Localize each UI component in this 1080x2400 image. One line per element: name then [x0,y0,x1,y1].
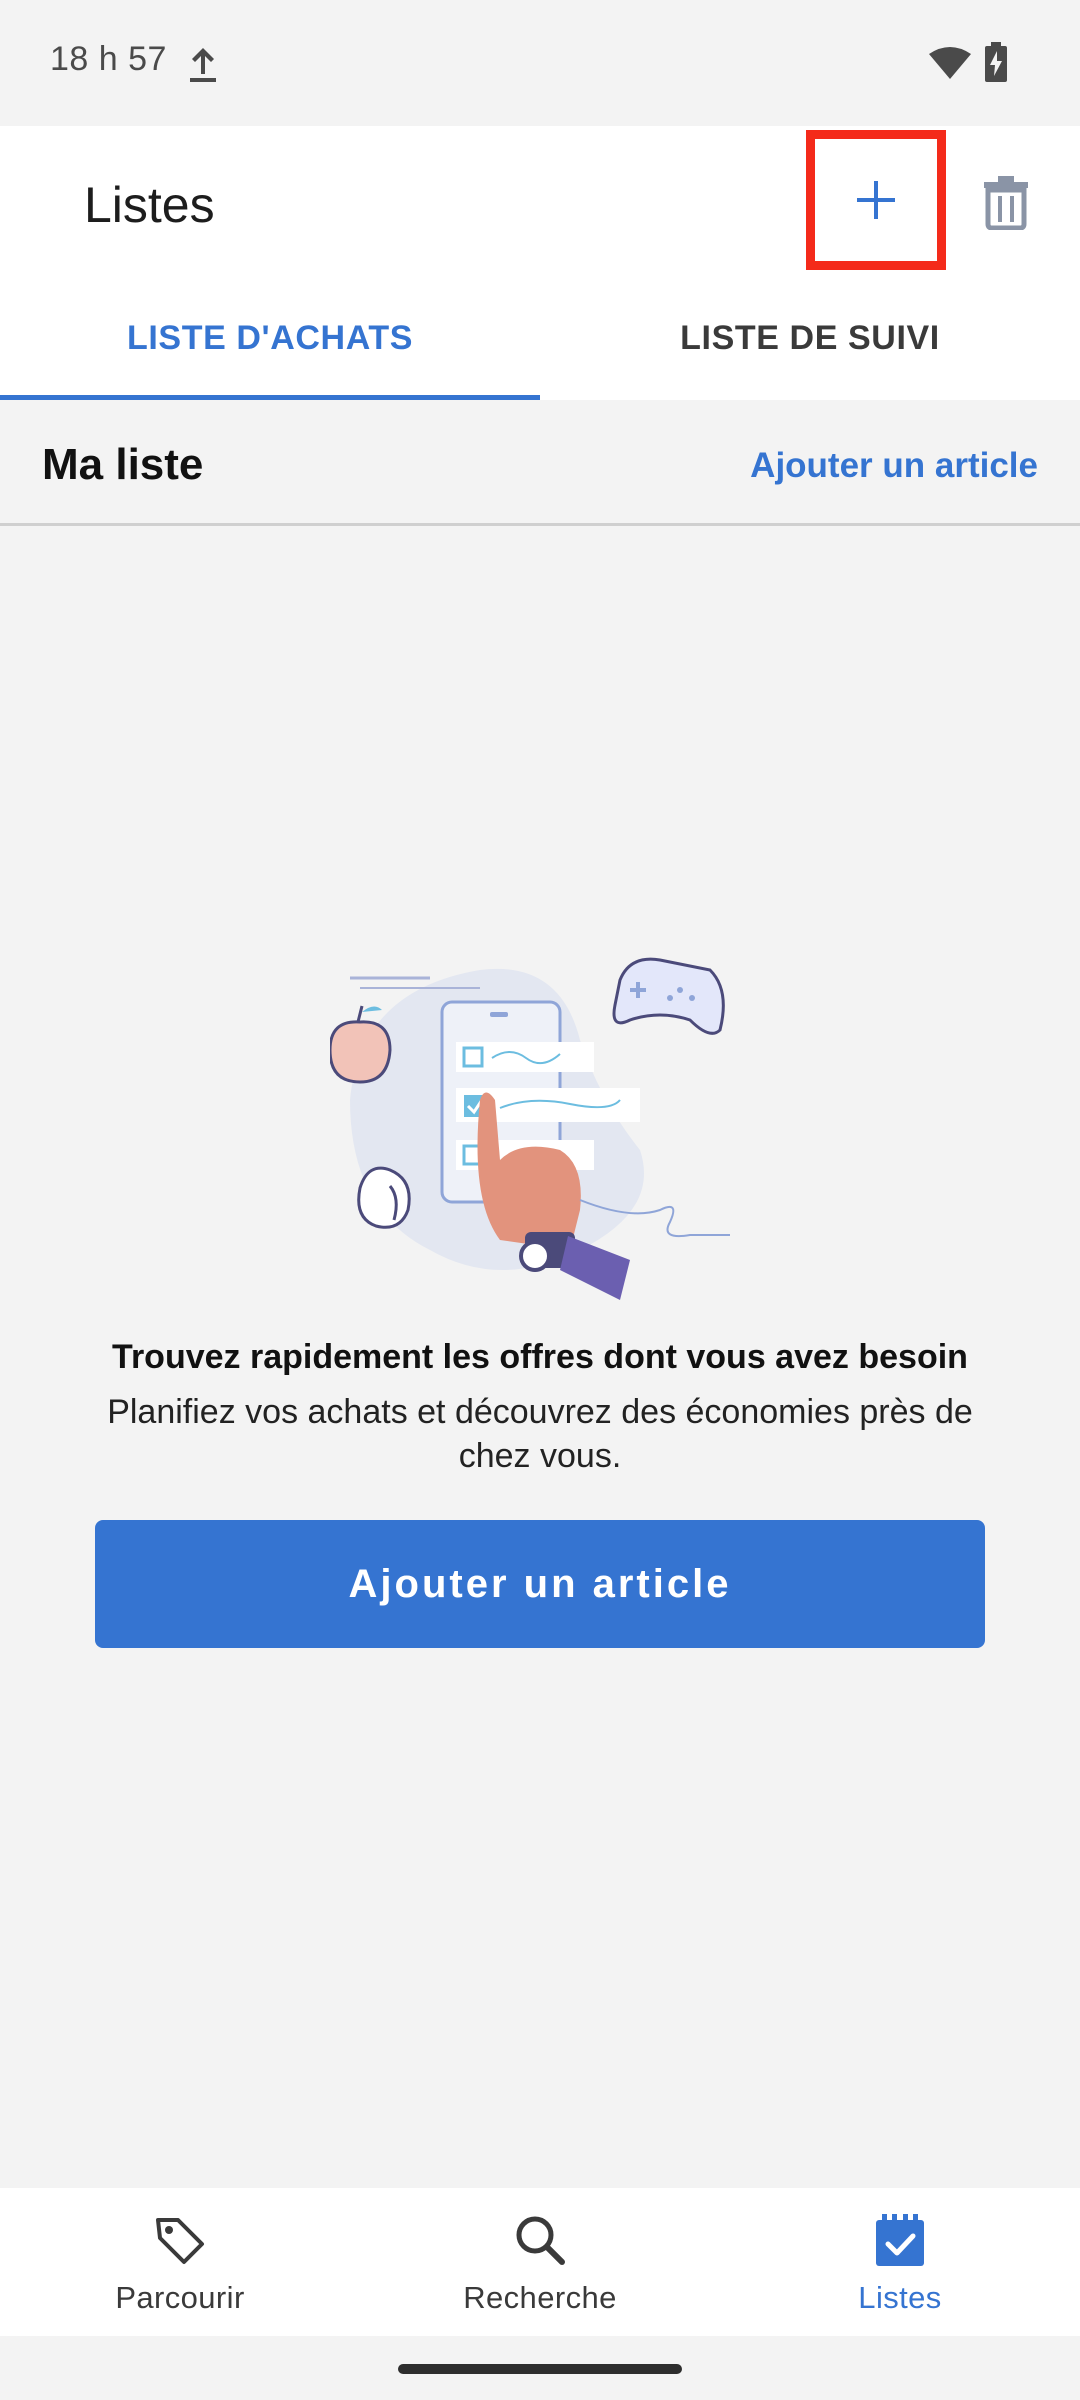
upload-icon [190,48,216,82]
home-indicator[interactable] [398,2364,682,2374]
nav-item-browse[interactable]: Parcourir [0,2188,360,2336]
battery-icon [985,42,1007,82]
app-bar: Listes LISTE D'ACHATS LISTE DE SUIVI [0,126,1080,400]
wifi-icon [929,47,971,79]
tab-bar: LISTE D'ACHATS LISTE DE SUIVI [0,276,1080,400]
status-bar: 18 h 57 [0,0,1080,126]
checklist-illustration [330,957,730,1300]
tag-icon [156,2218,204,2264]
add-item-link[interactable]: Ajouter un article [750,446,1038,486]
nav-item-lists[interactable]: Listes [720,2188,1080,2336]
nav-label-lists: Listes [858,2280,942,2315]
page-title: Listes [84,177,215,233]
plus-icon [857,181,895,219]
search-icon [516,2216,565,2265]
nav-label-browse: Parcourir [115,2280,245,2315]
empty-state-text: Planifiez vos achats et découvrez des éc… [107,1393,973,1475]
checklist-icon [876,2214,924,2266]
empty-state-title: Trouvez rapidement les offres dont vous … [112,1338,968,1376]
nav-item-search[interactable]: Recherche [360,2188,720,2336]
add-item-button[interactable]: Ajouter un article [95,1520,985,1648]
delete-button[interactable] [972,166,1040,238]
section-title: Ma liste [42,440,204,489]
status-time: 18 h 57 [50,40,167,78]
trash-icon [984,176,1028,230]
tab-shopping-list[interactable]: LISTE D'ACHATS [0,276,540,400]
tab-watch-list[interactable]: LISTE DE SUIVI [540,276,1080,400]
bottom-navigation: Parcourir Recherche Listes [0,2188,1080,2336]
add-list-button[interactable] [806,130,946,270]
nav-label-search: Recherche [463,2280,617,2315]
section-header: Ma liste Ajouter un article [0,400,1080,526]
